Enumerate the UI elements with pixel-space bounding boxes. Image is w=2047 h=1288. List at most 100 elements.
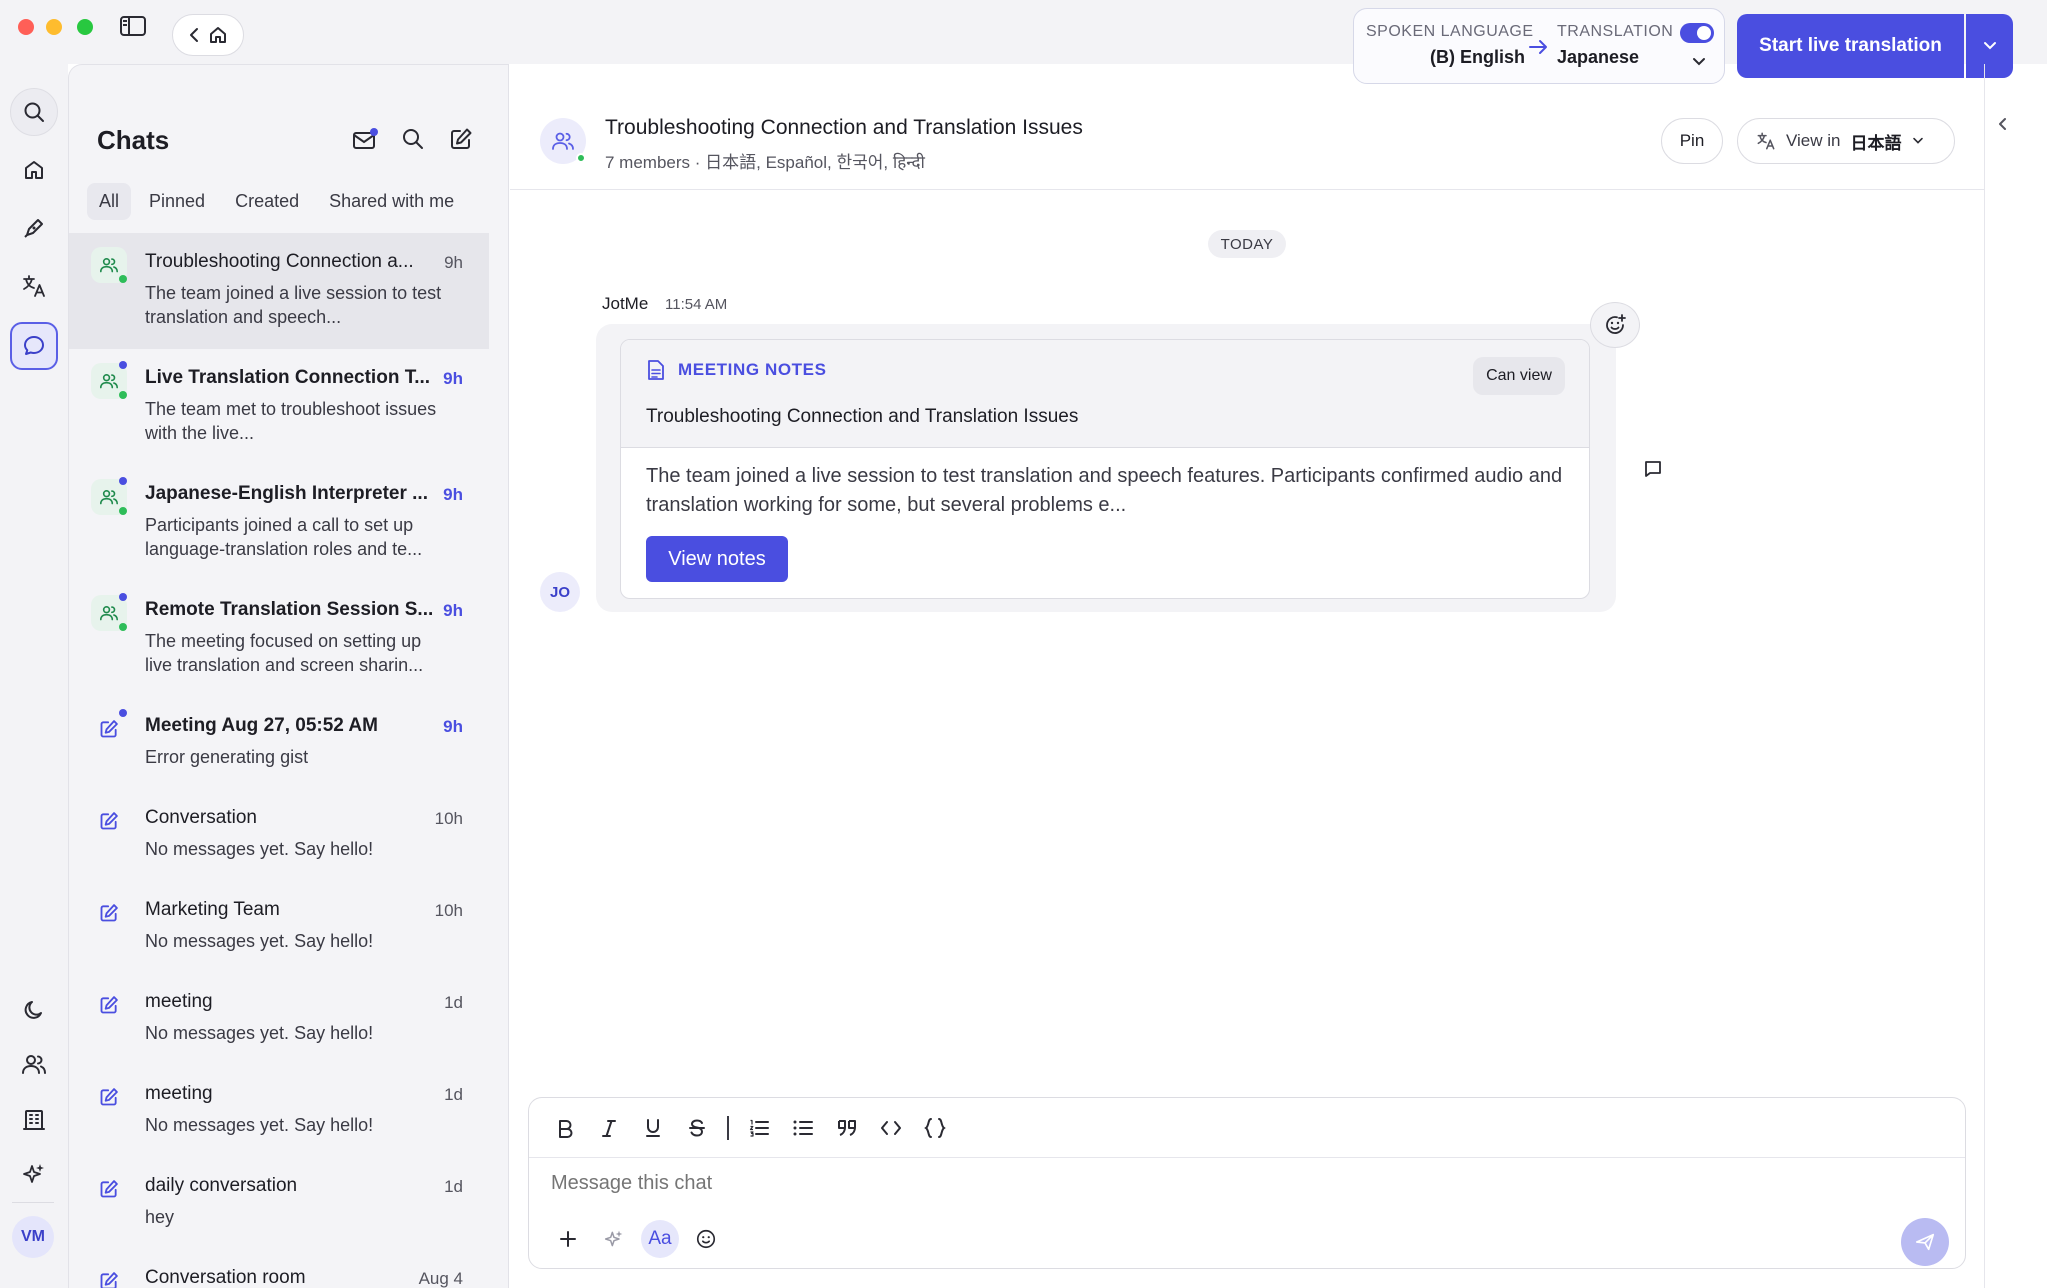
note-chat-icon: [91, 1079, 127, 1115]
add-reaction-button[interactable]: [1590, 302, 1640, 348]
send-button[interactable]: [1901, 1218, 1949, 1266]
search-chats-button[interactable]: [399, 125, 427, 153]
code-icon[interactable]: [877, 1114, 905, 1142]
chat-preview: No messages yet. Say hello!: [145, 839, 374, 859]
chevron-down-icon: [1912, 137, 1924, 145]
rail-workspace-button[interactable]: [10, 1096, 58, 1144]
document-icon: [647, 359, 665, 381]
chat-time: 9h: [444, 253, 463, 272]
comment-icon[interactable]: [1643, 459, 1663, 479]
ordered-list-icon[interactable]: [745, 1114, 773, 1142]
compose-icon: [449, 127, 473, 151]
meeting-notes-title: Troubleshooting Connection and Translati…: [646, 406, 1079, 427]
chat-filter-tabs: All Pinned Created Shared with me: [87, 183, 466, 220]
chat-list-item[interactable]: Remote Translation Session S... 9h The mee…: [69, 581, 489, 697]
strikethrough-icon[interactable]: [683, 1114, 711, 1142]
message-sender[interactable]: JotMe: [602, 294, 648, 314]
rail-theme-button[interactable]: [10, 986, 58, 1034]
bold-icon[interactable]: [551, 1114, 579, 1142]
chat-title: Remote Translation Session S...: [145, 599, 434, 620]
day-separator: TODAY: [1208, 230, 1286, 258]
chat-list-item[interactable]: Japanese-English Interpreter ... 9h Partic…: [69, 465, 489, 581]
sidebar-toggle-icon[interactable]: [120, 16, 146, 36]
chat-preview: The team joined a live session to test t…: [145, 283, 442, 327]
chat-list-item[interactable]: Conversation 10h No messages yet. Say hell…: [69, 789, 489, 881]
underline-icon[interactable]: [639, 1114, 667, 1142]
chat-list-item[interactable]: Live Translation Connection T... 9h The te…: [69, 349, 489, 465]
pin-button[interactable]: Pin: [1661, 118, 1723, 164]
chat-list-item[interactable]: meeting 1d No messages yet. Say hello!: [69, 1065, 489, 1157]
group-icon: [551, 130, 575, 152]
rail-pen-button[interactable]: [10, 204, 58, 252]
chat-title: Japanese-English Interpreter ...: [145, 483, 428, 504]
spoken-language-caption: SPOKEN LANGUAGE: [1366, 23, 1534, 40]
chat-list-item[interactable]: Meeting Aug 27, 05:52 AM 9h Error generati…: [69, 697, 489, 789]
ai-assist-button[interactable]: [595, 1220, 633, 1258]
unread-dot: [119, 361, 127, 369]
minimize-window-button[interactable]: [46, 19, 62, 35]
chat-title: meeting: [145, 1083, 213, 1104]
bullet-list-icon[interactable]: [789, 1114, 817, 1142]
chat-list-item[interactable]: Troubleshooting Connection a... 9h The tea…: [69, 233, 489, 349]
chat-time: 1d: [444, 993, 463, 1012]
chat-list-item[interactable]: Conversation room Aug 4: [69, 1249, 489, 1288]
attach-button[interactable]: [549, 1220, 587, 1258]
sender-avatar[interactable]: JO: [540, 572, 580, 612]
chat-preview: No messages yet. Say hello!: [145, 931, 374, 951]
message-input[interactable]: [551, 1172, 1851, 1195]
emoji-button[interactable]: [687, 1220, 725, 1258]
tab-all[interactable]: All: [87, 183, 132, 220]
room-members-languages[interactable]: 7 members · 日本語, Español, 한국어, हिन्दी: [605, 148, 925, 173]
message-time: 11:54 AM: [665, 296, 728, 313]
rail-translate-button[interactable]: [10, 262, 58, 310]
online-status-dot: [119, 391, 127, 399]
rail-people-button[interactable]: [10, 1040, 58, 1088]
italic-icon[interactable]: [595, 1114, 623, 1142]
navigation-pill: [172, 14, 244, 56]
view-in-language-button[interactable]: View in 日本語: [1737, 118, 1955, 164]
tab-pinned[interactable]: Pinned: [137, 183, 217, 220]
home-icon: [22, 158, 46, 182]
quote-icon[interactable]: [833, 1114, 861, 1142]
translation-toggle[interactable]: [1680, 23, 1714, 43]
left-rail: VM: [0, 64, 68, 1288]
new-chat-button[interactable]: [447, 125, 475, 153]
chat-list-item[interactable]: meeting 1d No messages yet. Say hello!: [69, 973, 489, 1065]
view-notes-button[interactable]: View notes: [646, 536, 788, 582]
inbox-button[interactable]: [351, 125, 379, 153]
right-panel-divider: [1984, 64, 1985, 1288]
view-in-language: 日本語: [1850, 133, 1902, 153]
rail-home-button[interactable]: [10, 146, 58, 194]
chat-list-item[interactable]: daily conversation 1d hey: [69, 1157, 489, 1249]
moon-icon: [22, 998, 46, 1022]
chat-time: Aug 4: [418, 1269, 463, 1288]
meeting-notes-header: MEETING NOTES Can view Troubleshooting C…: [621, 340, 1589, 448]
rail-ai-button[interactable]: [10, 1150, 58, 1198]
plus-icon: [559, 1230, 577, 1248]
chat-list-item[interactable]: Marketing Team 10h No messages yet. Say he…: [69, 881, 489, 973]
home-icon[interactable]: [208, 25, 228, 45]
rail-search-button[interactable]: [10, 88, 58, 136]
rail-divider: [12, 1202, 54, 1203]
user-avatar[interactable]: VM: [12, 1216, 54, 1258]
building-icon: [22, 1108, 46, 1132]
chat-time: 1d: [444, 1085, 463, 1104]
maximize-window-button[interactable]: [77, 19, 93, 35]
chat-title: Marketing Team: [145, 899, 280, 920]
note-chat-icon: [91, 1171, 127, 1207]
close-window-button[interactable]: [18, 19, 34, 35]
text-format-toggle[interactable]: Aa: [641, 1220, 679, 1258]
chat-title: Conversation room: [145, 1267, 306, 1288]
code-block-icon[interactable]: [921, 1114, 949, 1142]
rail-chat-button[interactable]: [10, 322, 58, 370]
search-icon: [23, 101, 45, 123]
chat-preview: hey: [145, 1207, 175, 1227]
tab-shared-with-me[interactable]: Shared with me: [317, 183, 466, 220]
note-chat-icon: [91, 803, 127, 839]
chevron-down-icon: [1983, 41, 1997, 51]
tab-created[interactable]: Created: [223, 183, 311, 220]
unread-dot: [119, 477, 127, 485]
back-chevron-icon[interactable]: [188, 27, 200, 43]
chat-title: Conversation: [145, 807, 257, 828]
collapse-right-panel-icon[interactable]: [1997, 116, 2009, 132]
